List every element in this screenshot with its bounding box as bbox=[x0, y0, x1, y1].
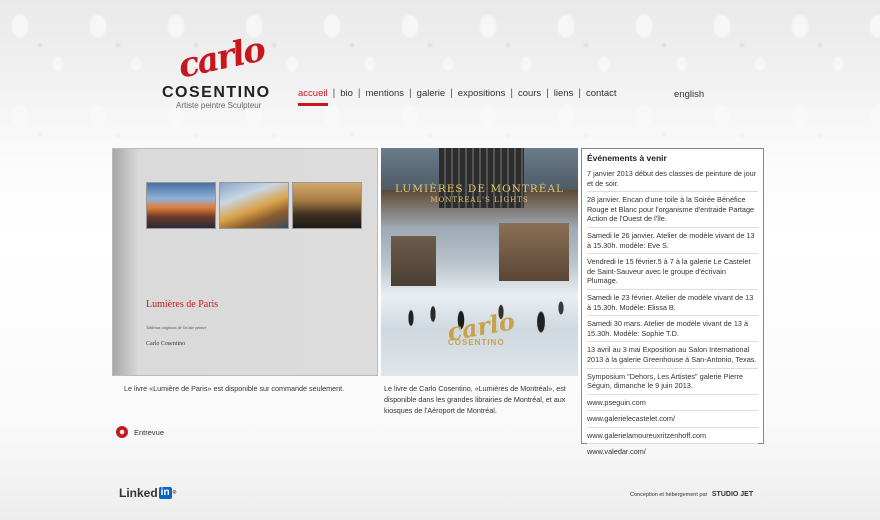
event-link[interactable]: www.galerielecastelet.com/ bbox=[587, 414, 758, 428]
logo-name: COSENTINO bbox=[162, 84, 271, 101]
painting-thumbnail bbox=[146, 182, 216, 229]
linkedin-wordmark: Linked bbox=[119, 486, 158, 500]
nav-expositions[interactable]: expositions bbox=[453, 88, 511, 99]
nav-liens[interactable]: liens bbox=[549, 88, 579, 99]
book-title: Lumières de Paris bbox=[146, 299, 219, 310]
painting-thumbnail bbox=[219, 182, 289, 229]
event-link[interactable]: www.valedar.com/ bbox=[587, 447, 758, 460]
site-logo[interactable]: carlo COSENTINO Artiste peintre Sculpteu… bbox=[160, 29, 280, 116]
nav-mentions[interactable]: mentions bbox=[360, 88, 409, 99]
book-lumieres-de-paris[interactable]: Lumières de Paris Tableaux originaux de … bbox=[112, 148, 378, 376]
linkedin-link[interactable]: Linked in ® bbox=[119, 486, 176, 500]
interview-label: Entrevue bbox=[134, 427, 165, 437]
event-item: 13 avril au 3 mai Exposition au Salon In… bbox=[587, 345, 758, 369]
event-item: Samedi 30 mars. Atelier de modèle vivant… bbox=[587, 319, 758, 343]
language-switch-english[interactable]: english bbox=[674, 89, 704, 100]
main-nav: accueil | bio | mentions | galerie | exp… bbox=[298, 88, 622, 106]
book-lumieres-de-montreal[interactable]: LUMIÈRES DE MONTRÉAL MONTREAL'S LIGHTS c… bbox=[381, 148, 578, 376]
cover-signature-name: COSENTINO bbox=[448, 338, 505, 347]
book-thumbnails bbox=[146, 182, 362, 229]
logo-subtitle: Artiste peintre Sculpteur bbox=[176, 101, 262, 110]
book-subtitle: Tableaux originaux de l'artiste peintre bbox=[146, 325, 207, 330]
cover-subtitle: MONTREAL'S LIGHTS bbox=[430, 196, 529, 204]
linkedin-icon: in bbox=[158, 487, 172, 499]
event-item: Samedi le 26 janvier. Atelier de modèle … bbox=[587, 231, 758, 255]
event-item: Symposium "Dehors, Les Artistes" galerie… bbox=[587, 372, 758, 395]
book-montreal-caption: Le livre de Carlo Cosentino, «Lumières d… bbox=[384, 384, 566, 415]
nav-accueil[interactable]: accueil bbox=[298, 88, 333, 106]
cover-title: LUMIÈRES DE MONTRÉAL bbox=[394, 183, 564, 195]
event-link[interactable]: www.pseguin.com bbox=[587, 398, 758, 412]
events-panel: Événements à venir 7 janvier 2013 début … bbox=[581, 148, 764, 456]
cover-building bbox=[499, 223, 569, 281]
nav-cours[interactable]: cours bbox=[513, 88, 546, 99]
painting-thumbnail bbox=[292, 182, 362, 229]
nav-contact[interactable]: contact bbox=[581, 88, 622, 99]
event-item: 7 janvier 2013 début des classes de pein… bbox=[587, 169, 758, 193]
event-item: Samedi le 23 février. Atelier de modèle … bbox=[587, 293, 758, 317]
nav-galerie[interactable]: galerie bbox=[412, 88, 451, 99]
cbc-radio-canada-icon bbox=[116, 426, 128, 438]
events-title: Événements à venir bbox=[587, 153, 667, 163]
cover-building bbox=[391, 236, 436, 286]
event-link[interactable]: www.galerielamoureuxritzenhoff.com bbox=[587, 431, 758, 445]
interview-link[interactable]: Entrevue bbox=[116, 426, 164, 438]
nav-bio[interactable]: bio bbox=[335, 88, 358, 99]
event-item: 28 janvier. Encan d'une toile à la Soiré… bbox=[587, 195, 758, 228]
event-item: Vendredi le 15 février.5 à 7 à la galeri… bbox=[587, 257, 758, 290]
credit-brand: STUDIO JET bbox=[711, 491, 754, 498]
registered-mark: ® bbox=[172, 490, 177, 496]
credit-text: Conception et hébergement par bbox=[630, 492, 708, 498]
footer-credit[interactable]: Conception et hébergement par STUDIO JET bbox=[630, 491, 753, 498]
book-author: Carlo Cosentino bbox=[146, 341, 186, 347]
book-paris-caption: Le livre «Lumière de Paris» est disponib… bbox=[124, 384, 345, 393]
header-damask-background bbox=[0, 0, 880, 170]
book-spine bbox=[113, 149, 137, 375]
